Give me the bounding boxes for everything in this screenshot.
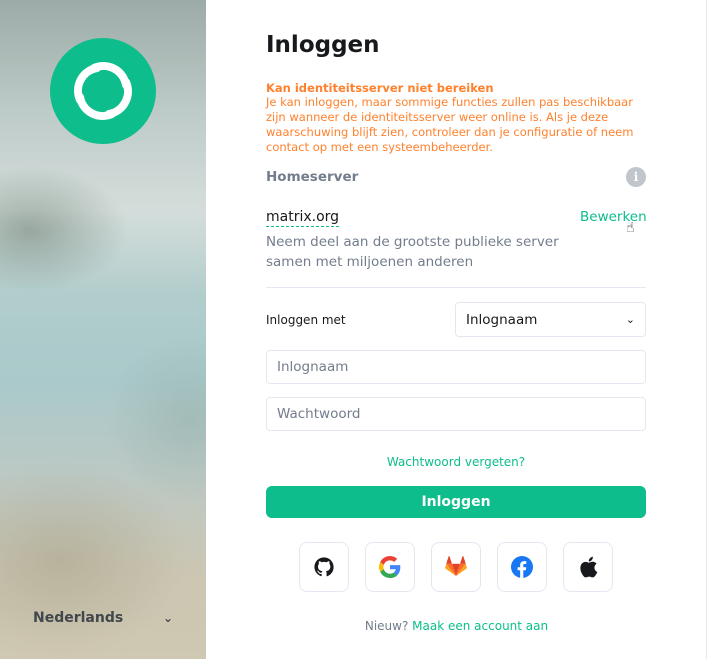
page-title: Inloggen	[266, 32, 380, 58]
login-method-value: Inlognaam	[466, 311, 538, 328]
sso-gitlab-button[interactable]	[431, 542, 481, 592]
forgot-password-link[interactable]: Wachtwoord vergeten?	[206, 455, 707, 469]
element-logo	[50, 38, 156, 144]
homeserver-name: matrix.org	[266, 209, 340, 227]
homeserver-label: Homeserver	[266, 169, 359, 185]
chevron-down-icon: ⌄	[625, 313, 635, 326]
login-with-label: Inloggen met	[266, 313, 346, 327]
login-button[interactable]: Inloggen	[266, 486, 646, 518]
sso-apple-button[interactable]	[563, 542, 613, 592]
homeserver-description: Neem deel aan de grootste publieke serve…	[266, 234, 559, 270]
divider	[266, 287, 646, 288]
google-icon	[379, 556, 401, 578]
password-input[interactable]	[266, 397, 646, 431]
login-panel: Inloggen Kan identiteitsserver niet bere…	[206, 0, 707, 659]
apple-icon	[580, 556, 598, 578]
language-label: Nederlands	[33, 610, 124, 626]
github-icon	[314, 557, 334, 577]
warning-message: Je kan inloggen, maar sommige functies z…	[266, 95, 634, 154]
create-account-link[interactable]: Maak een account aan	[412, 619, 548, 633]
facebook-icon	[511, 556, 533, 578]
edit-homeserver-link[interactable]: Bewerken	[580, 209, 647, 225]
sso-facebook-button[interactable]	[497, 542, 547, 592]
sso-google-button[interactable]	[365, 542, 415, 592]
sso-github-button[interactable]	[299, 542, 349, 592]
gitlab-icon	[445, 556, 467, 577]
username-input[interactable]	[266, 350, 646, 384]
background-panel: Nederlands ⌄	[0, 0, 206, 659]
element-logo-icon	[74, 62, 132, 120]
warning-title: Kan identiteitsserver niet bereiken	[266, 81, 494, 95]
language-selector[interactable]: Nederlands ⌄	[33, 608, 173, 628]
login-method-select[interactable]: Inlognaam ⌄	[455, 302, 646, 337]
signup-prompt: Nieuw?	[364, 619, 409, 633]
hand-cursor-icon: ☝	[626, 220, 635, 236]
info-icon[interactable]: i	[626, 167, 646, 187]
signup-row: Nieuw? Maak een account aan	[206, 619, 707, 633]
chevron-down-icon: ⌄	[162, 611, 173, 625]
